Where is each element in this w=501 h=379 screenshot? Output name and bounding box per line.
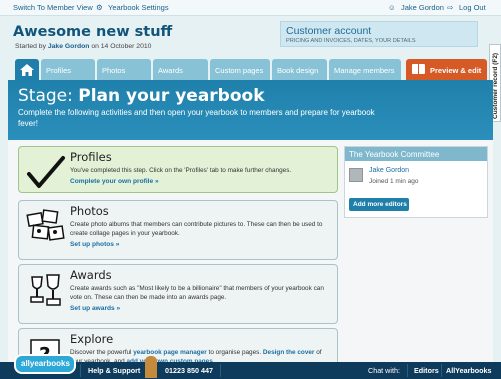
step-awards: Awards Create awards such as "Most likel… [18,264,338,324]
trophy-icon [25,272,67,310]
home-icon [20,64,34,76]
allyearbooks-logo[interactable]: allyearbooks [14,354,76,374]
tab-custom-pages[interactable]: Custom pages [210,59,270,80]
tab-awards[interactable]: Awards [153,59,208,80]
photos-icon [25,208,67,246]
yearbook-committee-panel: The Yearbook Committee Jake Gordon Joine… [344,146,488,218]
started-by-link[interactable]: Jake Gordon [48,43,90,50]
preview-edit-label: Preview & edit [430,66,482,75]
tab-manage-members[interactable]: Manage members [329,59,401,80]
started-prefix: Started by [15,43,46,50]
divider [441,364,442,377]
help-support-link[interactable]: Help & Support [88,366,140,375]
stage-banner: Stage: Plan your yearbook Complete the f… [8,80,493,140]
bottom-bar: allyearbooks Help & Support 01223 850 44… [0,354,501,379]
logout-icon[interactable]: ⇨ [447,3,453,12]
step-title: Photos [70,204,109,218]
chat-label: Chat with: [368,366,400,375]
design-cover-link[interactable]: Design the cover [263,349,315,356]
tab-preview-edit[interactable]: Preview & edit [406,59,487,80]
user-icon: ☺ [388,3,396,12]
step-description: Create photo albums that members can con… [70,221,323,237]
logout-link[interactable]: Log Out [459,3,486,12]
top-bar: Switch To Member View ⚙ Yearbook Setting… [0,0,501,16]
customer-account-title[interactable]: Customer account [286,25,371,37]
set-up-photos-link[interactable]: Set up photos » [70,241,119,248]
yearbook-page-manager-link[interactable]: yearbook page manager [133,349,207,356]
step-title: Explore [70,332,114,346]
committee-member-name[interactable]: Jake Gordon [369,167,409,174]
step-profiles: Profiles You've completed this step. Cli… [18,146,338,193]
checkmark-icon [25,154,67,192]
stage-title: Stage: Plan your yearbook [18,86,265,106]
gear-icon[interactable]: ⚙ [96,3,103,12]
stage-prefix: Stage: [18,86,73,106]
complete-profile-link[interactable]: Complete your own profile » [70,178,159,185]
tab-photos[interactable]: Photos [97,59,151,80]
customer-account-subtitle: PRICING AND INVOICES, DATES, YOUR DETAIL… [286,38,416,44]
yearbook-title: Awesome new stuff [13,24,173,40]
committee-title: The Yearbook Committee [345,147,487,161]
chat-allyearbooks-button[interactable]: AllYearbooks [446,366,492,375]
tab-profiles[interactable]: Profiles [41,59,95,80]
book-icon [412,64,425,74]
main-tabs: Profiles Photos Awards Custom pages Book… [0,58,501,80]
switch-member-view-link[interactable]: Switch To Member View [13,3,93,12]
support-phone: 01223 850 447 [165,366,213,375]
step-photos: Photos Create photo albums that members … [18,200,338,260]
tab-book-design[interactable]: Book design [272,59,327,80]
set-up-awards-link[interactable]: Set up awards » [70,305,120,312]
user-name-link[interactable]: Jake Gordon [401,3,444,12]
main-content: Profiles You've completed this step. Cli… [8,140,493,371]
started-by-text: Started by Jake Gordon on 14 October 201… [15,43,151,50]
yearbook-settings-link[interactable]: Yearbook Settings [108,3,169,12]
stage-description: Complete the following activities and th… [18,108,375,128]
avatar [349,168,363,182]
stage-name: Plan your yearbook [78,86,265,106]
committee-member-joined: Joined 1 min ago [369,178,419,185]
chat-editors-button[interactable]: Editors [414,366,439,375]
step-description: You've completed this step. Click on the… [70,167,292,174]
started-date: on 14 October 2010 [91,43,152,50]
tab-home[interactable] [15,59,39,80]
step-title: Awards [70,268,112,282]
step-title: Profiles [70,150,112,164]
divider [80,364,81,377]
explore-text-a: Discover the powerful [70,349,132,356]
divider [220,364,221,377]
step-description: Create awards such as "Most likely to be… [70,285,324,301]
customer-account-panel[interactable]: Customer account PRICING AND INVOICES, D… [280,21,478,47]
explore-text-b: to organise pages. [208,349,262,356]
divider [407,364,408,377]
add-editors-button[interactable]: Add more editors [349,198,409,211]
support-person-icon [145,356,157,378]
